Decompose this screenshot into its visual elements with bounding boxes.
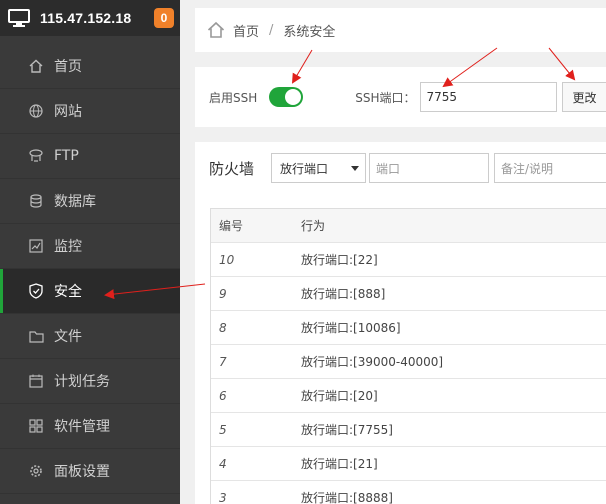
sidebar-item-label: 软件管理 [54,419,110,435]
globe-icon [28,103,44,119]
firewall-action-select[interactable]: 放行端口 [271,153,367,183]
breadcrumb-current: 系统安全 [283,24,336,40]
sidebar-item-label: 安全 [54,284,82,300]
sidebar-item-security[interactable]: 安全 [0,269,180,314]
sidebar-item-settings[interactable]: 面板设置 [0,449,180,494]
row-id: 10 [219,252,235,267]
column-header-action: 行为 [301,219,326,233]
row-id: 7 [219,354,227,369]
firewall-port-input[interactable]: 端口 [369,153,490,183]
sidebar-item-label: FTP [54,148,79,164]
row-action: 放行端口:[8888] [301,491,393,504]
firewall-title: 防火墙 [209,159,255,178]
table-row: 5 放行端口:[7755] [211,413,606,447]
sidebar-item-ftp[interactable]: FTP [0,134,180,179]
row-id: 5 [219,422,227,437]
row-action: 放行端口:[10086] [301,321,401,335]
sidebar-header: 115.47.152.18 0 [0,0,180,36]
sidebar-item-label: 面板设置 [54,464,110,480]
firewall-panel: 防火墙 放行端口 端口 备注/说明 编号 行为 10 放行端口:[22] 9 放… [195,142,606,504]
breadcrumb: 首页 / 系统安全 [195,8,606,52]
ftp-icon [28,148,44,164]
sidebar-item-label: 文件 [54,329,82,345]
server-ip: 115.47.152.18 [40,10,132,26]
sidebar-item-websites[interactable]: 网站 [0,89,180,134]
row-action: 放行端口:[7755] [301,423,393,437]
row-action: 放行端口:[22] [301,253,378,267]
table-row: 6 放行端口:[20] [211,379,606,413]
database-icon [28,193,44,209]
gear-icon [28,463,44,479]
home-icon [28,58,44,74]
home-icon[interactable] [207,21,225,39]
firewall-action-select-value: 放行端口 [280,161,329,176]
ssh-settings-panel: 启用SSH SSH端口： 更改 [195,67,606,127]
row-action: 放行端口:[39000-40000] [301,355,444,369]
main-content: 首页 / 系统安全 启用SSH SSH端口： 更改 防火墙 放行端口 端口 备注… [180,0,606,504]
ssh-enable-toggle[interactable] [269,87,304,107]
row-id: 4 [219,456,227,471]
sidebar-item-label: 数据库 [54,194,96,210]
firewall-note-placeholder: 备注/说明 [501,161,554,176]
ssh-port-input[interactable] [419,82,557,112]
notification-badge[interactable]: 0 [154,8,174,28]
firewall-port-placeholder: 端口 [376,161,401,176]
row-action: 放行端口:[20] [301,389,378,403]
breadcrumb-separator: / [269,22,274,38]
row-id: 8 [219,320,227,335]
sidebar-item-label: 首页 [54,59,82,75]
sidebar-item-software[interactable]: 软件管理 [0,404,180,449]
firewall-table: 编号 行为 10 放行端口:[22] 9 放行端口:[888] 8 放行端口:[… [210,208,606,504]
sidebar-item-label: 网站 [54,104,82,120]
firewall-toolbar: 防火墙 放行端口 端口 备注/说明 [195,142,606,194]
monitor-chart-icon [28,238,44,254]
table-row: 3 放行端口:[8888] [211,481,606,504]
apps-grid-icon [28,418,44,434]
row-action: 放行端口:[888] [301,287,386,301]
table-header: 编号 行为 [211,209,606,243]
table-row: 8 放行端口:[10086] [211,311,606,345]
folder-icon [28,328,44,344]
ssh-port-label: SSH端口： [355,90,416,105]
table-row: 9 放行端口:[888] [211,277,606,311]
sidebar: 115.47.152.18 0 首页 网站 FTP 数据库 监控 安全 文件 计… [0,0,180,504]
sidebar-item-label: 监控 [54,239,82,255]
row-action: 放行端口:[21] [301,457,378,471]
ssh-enable-label: 启用SSH [209,90,258,105]
table-row: 10 放行端口:[22] [211,243,606,277]
row-id: 9 [219,286,227,301]
firewall-note-input[interactable]: 备注/说明 [494,153,606,183]
monitor-icon [8,9,30,27]
table-row: 7 放行端口:[39000-40000] [211,345,606,379]
sidebar-item-files[interactable]: 文件 [0,314,180,359]
sidebar-item-monitor[interactable]: 监控 [0,224,180,269]
sidebar-item-label: 计划任务 [54,374,110,390]
row-id: 3 [219,490,227,504]
shield-icon [28,283,44,299]
toggle-knob [285,89,302,105]
table-row: 4 放行端口:[21] [211,447,606,481]
change-port-button[interactable]: 更改 [561,82,606,112]
sidebar-item-database[interactable]: 数据库 [0,179,180,224]
row-id: 6 [219,388,227,403]
calendar-icon [28,373,44,389]
chevron-down-icon [351,166,360,171]
breadcrumb-home-link[interactable]: 首页 [233,21,259,40]
sidebar-item-cron[interactable]: 计划任务 [0,359,180,404]
sidebar-item-home[interactable]: 首页 [0,44,180,89]
column-header-id: 编号 [219,219,244,233]
